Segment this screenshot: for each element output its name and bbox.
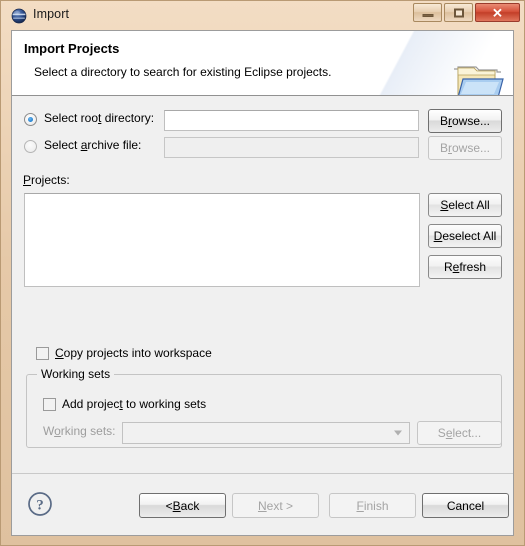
page-description: Select a directory to search for existin… [34, 65, 332, 79]
close-button[interactable]: ✕ [475, 3, 520, 22]
import-dialog-window: Import ✕ Import Projects Select a direct… [0, 0, 525, 546]
close-icon: ✕ [492, 5, 503, 20]
radio-select-root-directory[interactable] [24, 113, 37, 126]
wizard-header: Import Projects Select a directory to se… [12, 31, 513, 96]
label-working-sets-combo: Working sets: [43, 424, 116, 438]
next-button[interactable]: Next > [232, 493, 319, 518]
deselect-all-button[interactable]: Deselect All [428, 224, 502, 248]
restore-button[interactable] [444, 3, 473, 22]
window-title: Import [33, 7, 70, 21]
page-title: Import Projects [24, 41, 120, 56]
checkbox-copy-projects[interactable] [36, 347, 49, 360]
minimize-button[interactable] [413, 3, 442, 22]
working-sets-combo[interactable] [122, 422, 410, 444]
browse-archive-file-button[interactable]: Br owse... [428, 136, 502, 160]
cancel-button[interactable]: Cancel [422, 493, 509, 518]
dialog-button-bar: ? < Back Next > Finish Cancel [12, 473, 513, 535]
eclipse-globe-icon [11, 8, 27, 24]
wizard-body: Select root directory: Br owse... Select … [12, 97, 513, 470]
browse-root-directory-button[interactable]: Br owse... [428, 109, 502, 133]
checkbox-add-project-to-working-sets[interactable] [43, 398, 56, 411]
back-button[interactable]: < Back [139, 493, 226, 518]
svg-text:?: ? [36, 498, 44, 514]
radio-select-archive-file[interactable] [24, 140, 37, 153]
working-sets-legend: Working sets [37, 367, 115, 381]
title-bar: Import ✕ [1, 1, 524, 30]
projects-list[interactable] [24, 193, 420, 287]
label-projects: Projects: [23, 173, 70, 187]
help-question-icon[interactable]: ? [27, 491, 53, 517]
open-folder-icon [449, 61, 507, 95]
root-directory-input[interactable] [164, 110, 419, 131]
label-select-archive-file: Select archive file: [44, 138, 142, 152]
restore-icon [453, 8, 464, 17]
dialog-client-area: Import Projects Select a directory to se… [11, 30, 514, 536]
finish-button[interactable]: Finish [329, 493, 416, 518]
minimize-icon [422, 14, 433, 18]
label-select-root-directory: Select root directory: [44, 111, 155, 125]
label-copy-projects: Copy projects into workspace [55, 346, 212, 360]
working-sets-select-button[interactable]: Se lect... [417, 421, 502, 445]
window-controls: ✕ [413, 3, 520, 22]
label-add-project-to-working-sets: Add project to working sets [62, 397, 207, 411]
archive-file-input[interactable] [164, 137, 419, 158]
select-all-button[interactable]: Select All [428, 193, 502, 217]
chevron-down-icon [394, 430, 402, 436]
refresh-button[interactable]: Re fresh [428, 255, 502, 279]
